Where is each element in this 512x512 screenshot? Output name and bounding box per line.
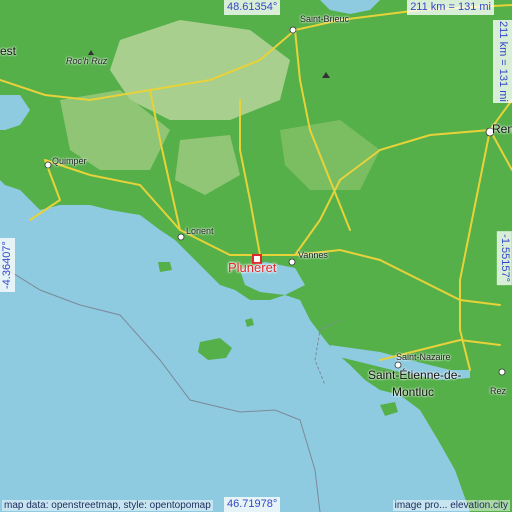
city-label-lorient: Lorient (186, 226, 214, 236)
map-credit-label: map data: openstreetmap, style: opentopo… (2, 500, 213, 511)
scale-label-top: 211 km = 131 mi (407, 0, 494, 15)
image-credit-label: image pro... elevation.city (392, 500, 510, 511)
scale-label-right: 211 km = 131 mi (493, 20, 512, 103)
city-label-quimper: Quimper (52, 156, 87, 166)
city-label-roch-ruz: Roc'h Ruz (66, 56, 108, 66)
city-label-saint-nazaire: Saint-Nazaire (396, 352, 451, 362)
city-label-saint-etienne-line2: Montluc (392, 385, 435, 399)
top-latitude-label: 48.61354° (224, 0, 281, 15)
city-label-rennes: Ren (492, 122, 512, 136)
left-longitude-label: -4.36407° (0, 238, 15, 292)
city-label-vannes: Vannes (298, 250, 328, 260)
city-label-saint-brieuc: Saint-Brieuc (300, 14, 350, 24)
bottom-latitude-label: 46.71978° (224, 497, 281, 512)
city-label-brest: est (0, 44, 17, 58)
right-longitude-label: -1.55157° (497, 231, 512, 285)
city-label-reze: Rez (490, 386, 507, 396)
target-city-label: Pluneret (228, 260, 277, 275)
city-label-saint-etienne-line1: Saint-Étienne-de- (368, 368, 462, 382)
